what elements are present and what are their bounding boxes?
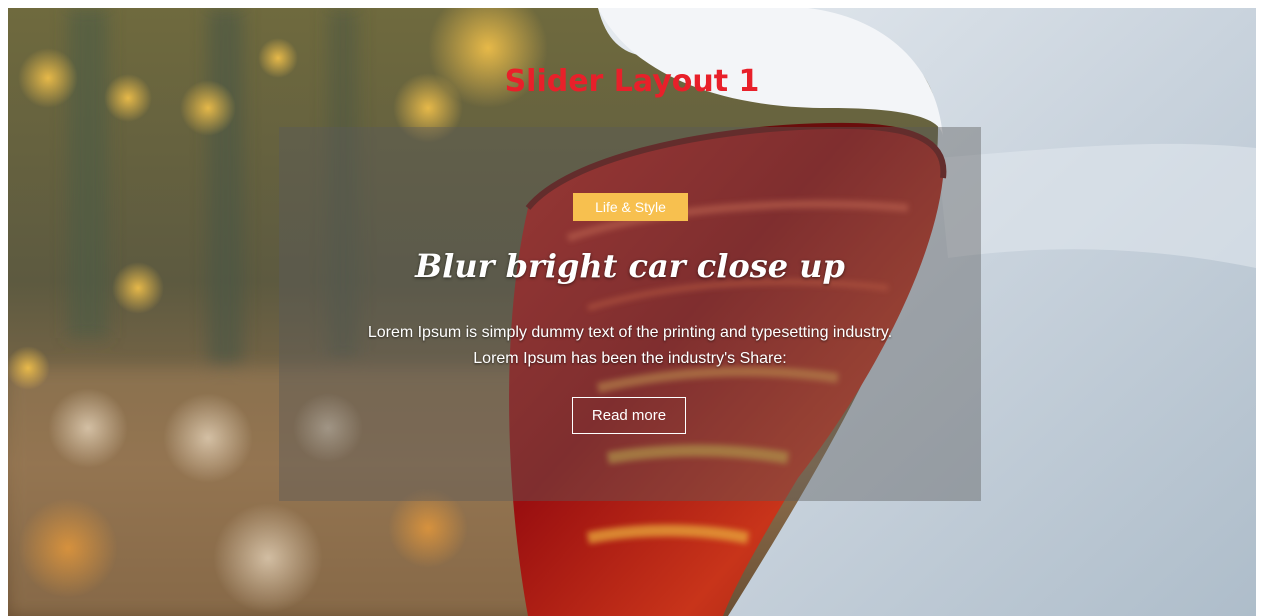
slider-title: Slider Layout 1 (504, 64, 760, 99)
slide-caption: Life & Style Blur bright car close up Lo… (279, 127, 981, 501)
slide-description: Lorem Ipsum is simply dummy text of the … (367, 324, 893, 367)
category-badge[interactable]: Life & Style (573, 193, 688, 221)
read-more-button[interactable]: Read more (572, 397, 686, 434)
slider: Slider Layout 1 Life & Style Blur bright… (8, 8, 1256, 616)
slide-heading: Blur bright car close up (415, 247, 845, 285)
